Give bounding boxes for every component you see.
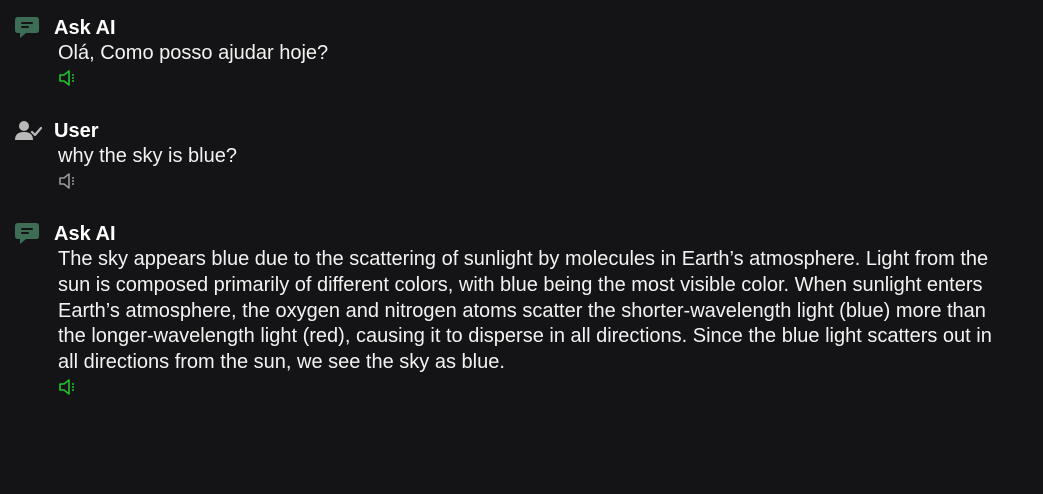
- chat-message-ai: Ask AI The sky appears blue due to the s…: [14, 221, 1043, 396]
- sender-name: Ask AI: [54, 17, 116, 39]
- message-text: Olá, Como posso ajudar hoje?: [58, 42, 329, 64]
- chat-message-ai: Ask AI Olá, Como posso ajudar hoje?: [14, 15, 1043, 118]
- user-check-icon: [14, 118, 44, 144]
- speaker-icon[interactable]: [58, 378, 78, 396]
- speaker-icon[interactable]: [58, 69, 78, 87]
- sender-name: User: [54, 120, 99, 142]
- chat-bubble-icon: [14, 15, 44, 41]
- chat-message-user: User why the sky is blue?: [14, 118, 1043, 221]
- chat-bubble-icon: [14, 221, 44, 247]
- chat-transcript: Ask AI Olá, Como posso ajudar hoje? User…: [0, 0, 1043, 494]
- message-header: Ask AI: [14, 221, 1043, 247]
- message-header: Ask AI: [14, 15, 1043, 41]
- sender-name: Ask AI: [54, 223, 116, 245]
- message-text: why the sky is blue?: [58, 145, 237, 167]
- message-header: User: [14, 118, 1043, 144]
- message-text: The sky appears blue due to the scatteri…: [58, 248, 992, 374]
- speaker-icon[interactable]: [58, 172, 78, 190]
